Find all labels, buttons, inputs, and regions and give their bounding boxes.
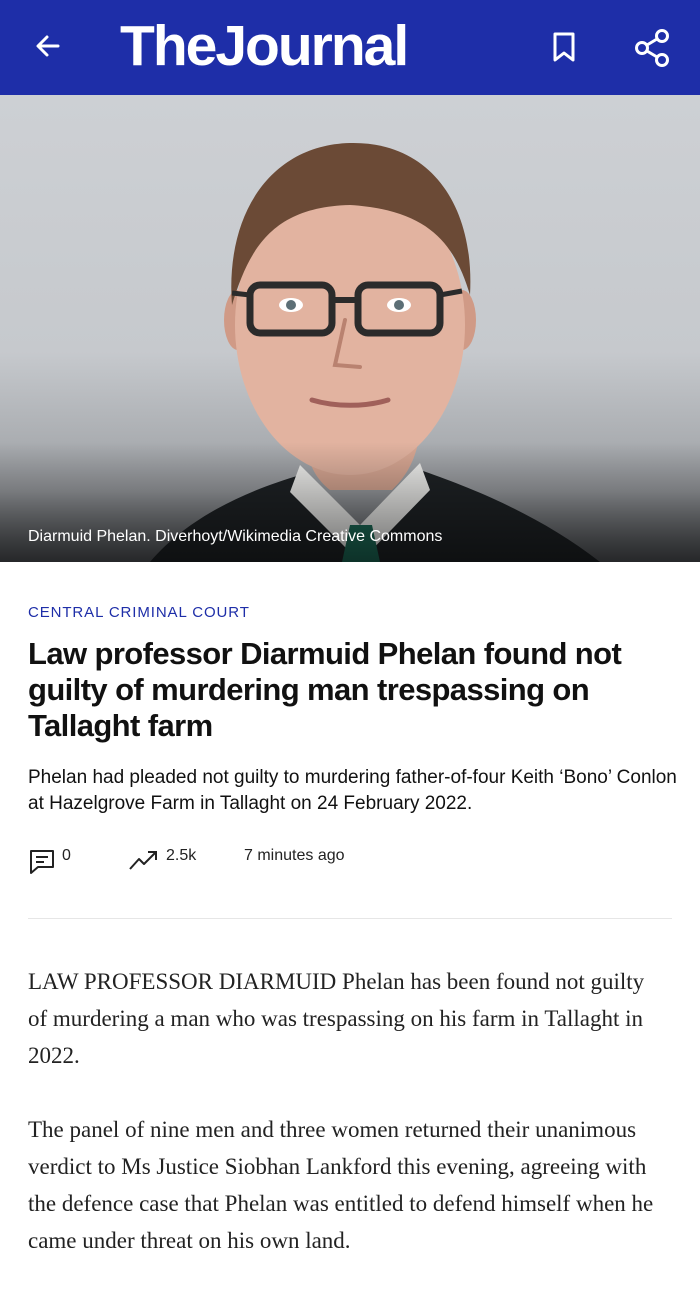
article-paragraph: LAW PROFESSOR DIARMUID Phelan has been f… — [28, 969, 645, 1068]
back-arrow-icon — [36, 35, 60, 57]
article-meta: 0 2.5k 7 minutes ago — [28, 845, 668, 875]
back-button[interactable] — [30, 28, 66, 64]
comments-count-button[interactable]: 0 — [28, 845, 71, 875]
share-button[interactable] — [630, 26, 674, 70]
article-paragraph: The panel of nine men and three women re… — [28, 1117, 654, 1253]
trending-up-icon — [129, 851, 157, 870]
article-headline: Law professor Diarmuid Phelan found not … — [28, 636, 622, 743]
trending-count: 2.5k — [166, 847, 197, 864]
share-icon — [635, 29, 669, 67]
app-bar: TheJournal — [0, 0, 700, 95]
article-category[interactable]: CENTRAL CRIMINAL COURT — [28, 603, 250, 623]
article-standfirst: Phelan had pleaded not guilty to murderi… — [28, 767, 677, 814]
image-caption: Diarmuid Phelan. Diverhoyt/Wikimedia Cre… — [28, 528, 443, 545]
comments-count: 0 — [62, 847, 71, 864]
bookmark-icon — [553, 32, 575, 62]
published-time-label: 7 minutes ago — [244, 847, 345, 864]
bookmark-button[interactable] — [548, 30, 580, 64]
trending-stat: 2.5k — [128, 845, 196, 875]
published-time: 7 minutes ago — [244, 845, 345, 867]
comment-icon — [30, 850, 54, 874]
hero-image[interactable]: Diarmuid Phelan. Diverhoyt/Wikimedia Cre… — [0, 95, 700, 562]
divider — [28, 918, 672, 919]
site-logo[interactable]: TheJournal — [120, 14, 409, 78]
